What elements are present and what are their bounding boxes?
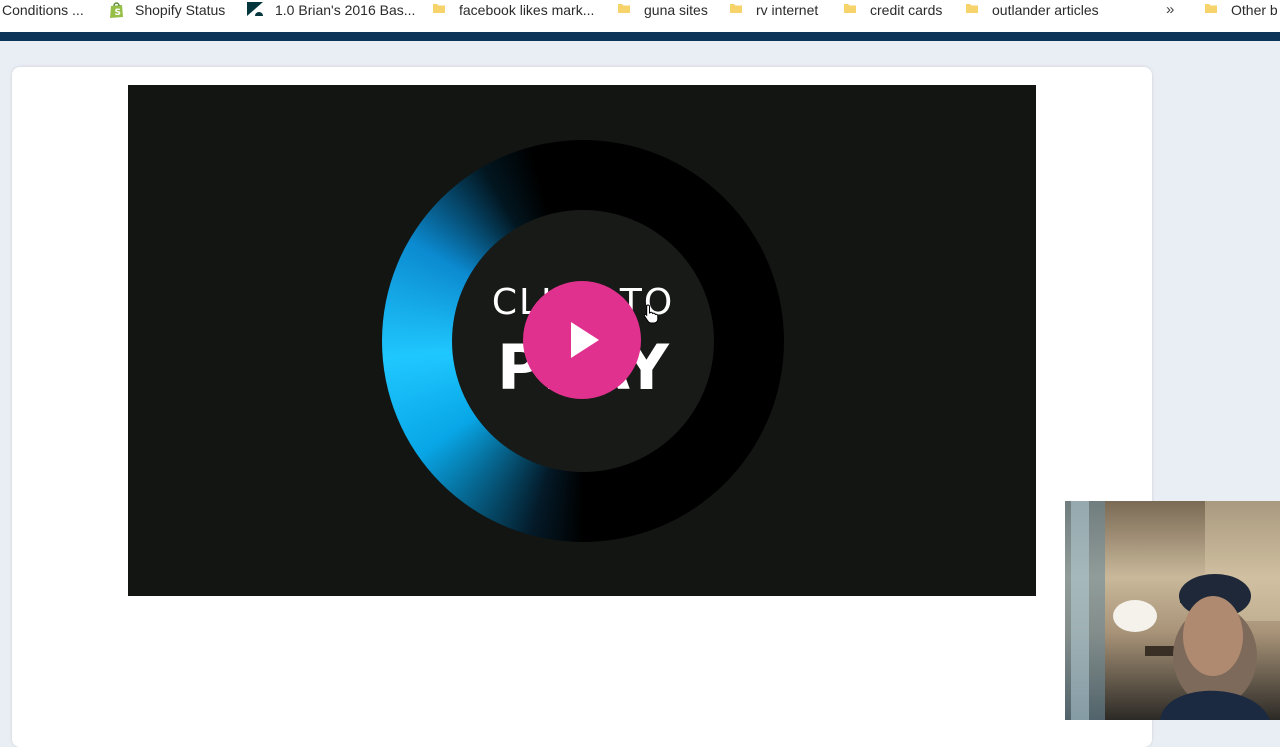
folder-icon	[617, 1, 631, 20]
bookmark-rv-internet[interactable]: rv internet	[756, 0, 818, 20]
folder-icon	[965, 1, 979, 20]
folder-icon	[729, 1, 743, 20]
bookmarks-overflow-chevron-icon[interactable]: »	[1166, 0, 1174, 20]
folder-icon	[432, 1, 446, 20]
play-icon	[571, 322, 599, 358]
bookmark-facebook-likes[interactable]: facebook likes mark...	[459, 0, 594, 20]
zendesk-icon	[246, 1, 264, 22]
play-button[interactable]	[523, 281, 641, 399]
webcam-image	[1065, 501, 1280, 720]
svg-text:S: S	[115, 8, 121, 18]
folder-icon	[1204, 1, 1218, 20]
video-player[interactable]: CLICK TO PLAY	[128, 85, 1036, 596]
site-navbar	[0, 32, 1280, 41]
bookmark-credit-cards[interactable]: credit cards	[870, 0, 942, 20]
bookmark-other-bookmarks[interactable]: Other b	[1231, 0, 1278, 20]
shopify-icon: S	[108, 1, 125, 24]
bookmark-guna-sites[interactable]: guna sites	[644, 0, 708, 20]
bookmark-shopify-status[interactable]: Shopify Status	[135, 0, 225, 20]
bookmark-brians-2016[interactable]: 1.0 Brian's 2016 Bas...	[275, 0, 415, 20]
bookmarks-bar: Conditions ... S Shopify Status 1.0 Bria…	[0, 0, 1280, 32]
webcam-overlay	[1065, 501, 1280, 720]
bookmark-outlander-articles[interactable]: outlander articles	[992, 0, 1099, 20]
bookmark-conditions[interactable]: Conditions ...	[2, 0, 84, 20]
folder-icon	[843, 1, 857, 20]
hand-cursor-icon	[643, 304, 659, 329]
